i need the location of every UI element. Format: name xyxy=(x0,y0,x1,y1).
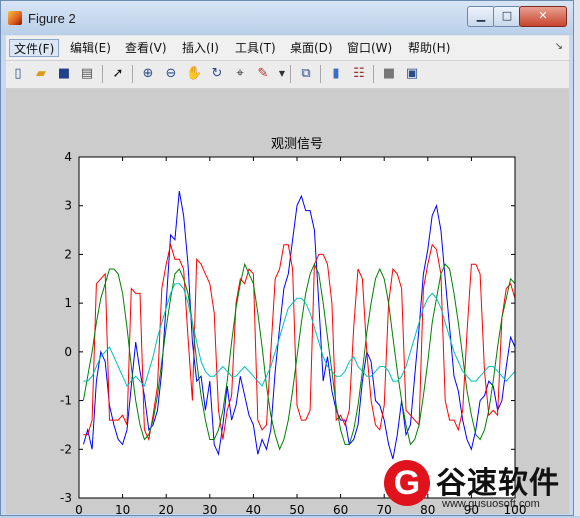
figure-window: Figure 2 ▁ □ ✕ 文件(F) 编辑(E) 查看(V) 插入(I) 工… xyxy=(0,0,574,517)
x-tick-label: 50 xyxy=(289,503,304,514)
menu-desktop[interactable]: 桌面(D) xyxy=(286,39,337,57)
pan-icon[interactable]: ✋ xyxy=(186,66,202,82)
menu-view[interactable]: 查看(V) xyxy=(121,39,171,57)
open-icon[interactable]: ▰ xyxy=(33,66,49,82)
y-tick-label: 3 xyxy=(64,199,72,213)
menu-window[interactable]: 窗口(W) xyxy=(343,39,396,57)
window-title: Figure 2 xyxy=(28,11,76,26)
zoom-out-icon[interactable]: ⊖ xyxy=(163,66,179,82)
y-tick-label: 4 xyxy=(64,150,72,164)
print-icon[interactable]: ▤ xyxy=(79,66,95,82)
y-tick-label: -2 xyxy=(60,442,72,456)
y-tick-label: 0 xyxy=(64,345,72,359)
chart-title: 观测信号 xyxy=(271,137,323,152)
toolbar-separator xyxy=(290,65,291,83)
menu-bar: 文件(F) 编辑(E) 查看(V) 插入(I) 工具(T) 桌面(D) 窗口(W… xyxy=(6,36,569,61)
rotate-icon[interactable]: ↻ xyxy=(209,66,225,82)
save-icon[interactable]: ■ xyxy=(56,66,72,82)
maximize-button[interactable]: □ xyxy=(493,6,521,27)
watermark-url: www.gusuosoft.com xyxy=(442,498,540,510)
toolbar-separator xyxy=(132,65,133,83)
y-tick-label: 2 xyxy=(64,247,72,261)
colorbar-icon[interactable]: ▮ xyxy=(328,66,344,82)
brush-icon[interactable]: ✎ xyxy=(255,66,271,82)
x-tick-label: 10 xyxy=(115,503,130,514)
y-tick-label: -1 xyxy=(60,394,72,408)
menu-tools[interactable]: 工具(T) xyxy=(231,39,280,57)
background-window-edge xyxy=(574,0,580,516)
x-tick-label: 60 xyxy=(333,503,348,514)
menu-help[interactable]: 帮助(H) xyxy=(404,39,454,57)
dock-arrow-icon[interactable]: ↘ xyxy=(555,41,563,52)
toolbar-separator xyxy=(320,65,321,83)
menu-insert[interactable]: 插入(I) xyxy=(178,39,223,57)
matlab-icon xyxy=(8,11,22,25)
zoom-in-icon[interactable]: ⊕ xyxy=(140,66,156,82)
show-plot-tools-icon[interactable]: ▣ xyxy=(404,66,420,82)
close-button[interactable]: ✕ xyxy=(519,6,567,27)
menu-file[interactable]: 文件(F) xyxy=(9,39,60,57)
watermark: G 谷速软件 www.gusuosoft.com xyxy=(380,454,580,516)
minimize-button[interactable]: ▁ xyxy=(467,6,495,27)
y-tick-label: -3 xyxy=(60,491,72,505)
x-tick-label: 30 xyxy=(202,503,217,514)
pointer-icon[interactable]: ➚ xyxy=(110,66,126,82)
figure-toolbar: ▯ ▰ ■ ▤ ➚ ⊕ ⊖ ✋ ↻ ⌖ ✎ ▼ ⧉ ▮ ☷ ■ ▣ xyxy=(6,61,569,89)
legend-icon[interactable]: ☷ xyxy=(351,66,367,82)
line-chart[interactable]: 0 10 20 30 40 50 60 70 80 90 100-3-2-101234观测信号 xyxy=(6,89,569,517)
toolbar-separator xyxy=(102,65,103,83)
plot-area: 0 10 20 30 40 50 60 70 80 90 100 -3 -2 -1 0 1 2 3 4 观测信号 xyxy=(6,89,569,517)
link-icon[interactable]: ⧉ xyxy=(298,66,314,82)
hide-plot-tools-icon[interactable]: ■ xyxy=(381,66,397,82)
title-bar[interactable]: Figure 2 ▁ □ ✕ xyxy=(1,1,573,35)
toolbar-separator xyxy=(373,65,374,83)
new-figure-icon[interactable]: ▯ xyxy=(10,66,26,82)
figure-client: 文件(F) 编辑(E) 查看(V) 插入(I) 工具(T) 桌面(D) 窗口(W… xyxy=(6,35,569,517)
data-cursor-icon[interactable]: ⌖ xyxy=(232,66,248,82)
brush-dropdown-icon[interactable]: ▼ xyxy=(274,66,290,82)
x-tick-label: 20 xyxy=(159,503,174,514)
watermark-name: 谷速软件 xyxy=(436,466,560,501)
menu-edit[interactable]: 编辑(E) xyxy=(66,39,115,57)
watermark-logo: G xyxy=(384,460,430,506)
x-tick-label: 0 xyxy=(75,503,83,514)
y-tick-label: 1 xyxy=(64,296,72,310)
x-tick-label: 40 xyxy=(246,503,261,514)
